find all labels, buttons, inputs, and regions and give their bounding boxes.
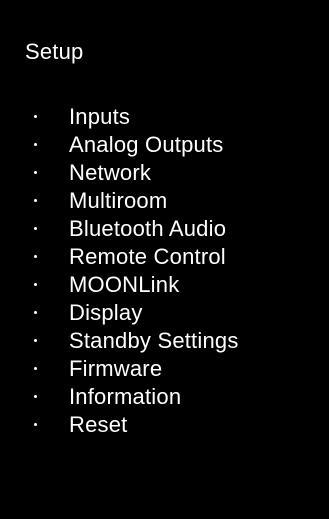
menu-item-remote-control[interactable]: Remote Control xyxy=(0,243,329,271)
menu-item-information[interactable]: Information xyxy=(0,383,329,411)
bullet-icon xyxy=(34,311,37,314)
menu-item-label: Remote Control xyxy=(69,244,226,269)
bullet-icon xyxy=(34,283,37,286)
bullet-icon xyxy=(34,339,37,342)
menu-item-bluetooth-audio[interactable]: Bluetooth Audio xyxy=(0,215,329,243)
menu-item-reset[interactable]: Reset xyxy=(0,411,329,439)
page-title: Setup xyxy=(25,39,84,64)
bullet-icon xyxy=(34,227,37,230)
menu-item-label: Firmware xyxy=(69,356,163,381)
menu-item-label: Multiroom xyxy=(69,188,168,213)
menu-item-label: Information xyxy=(69,384,182,409)
setup-menu: Inputs Analog Outputs Network Multiroom … xyxy=(0,103,329,439)
bullet-icon xyxy=(34,395,37,398)
menu-item-label: Network xyxy=(69,160,152,185)
setup-screen: Setup Inputs Analog Outputs Network Mult… xyxy=(0,0,329,519)
menu-item-firmware[interactable]: Firmware xyxy=(0,355,329,383)
bullet-icon xyxy=(34,171,37,174)
menu-item-inputs[interactable]: Inputs xyxy=(0,103,329,131)
menu-item-analog-outputs[interactable]: Analog Outputs xyxy=(0,131,329,159)
menu-item-label: Bluetooth Audio xyxy=(69,216,227,241)
bullet-icon xyxy=(34,423,37,426)
bullet-icon xyxy=(34,199,37,202)
bullet-icon xyxy=(34,115,37,118)
menu-item-label: Reset xyxy=(69,412,128,437)
menu-item-label: Analog Outputs xyxy=(69,132,224,157)
menu-item-display[interactable]: Display xyxy=(0,299,329,327)
menu-item-standby-settings[interactable]: Standby Settings xyxy=(0,327,329,355)
menu-item-label: MOONLink xyxy=(69,272,180,297)
menu-item-multiroom[interactable]: Multiroom xyxy=(0,187,329,215)
bullet-icon xyxy=(34,367,37,370)
bullet-icon xyxy=(34,143,37,146)
menu-item-label: Standby Settings xyxy=(69,328,239,353)
menu-item-label: Display xyxy=(69,300,143,325)
menu-item-label: Inputs xyxy=(69,104,131,129)
bullet-icon xyxy=(34,255,37,258)
menu-item-network[interactable]: Network xyxy=(0,159,329,187)
menu-item-moonlink[interactable]: MOONLink xyxy=(0,271,329,299)
